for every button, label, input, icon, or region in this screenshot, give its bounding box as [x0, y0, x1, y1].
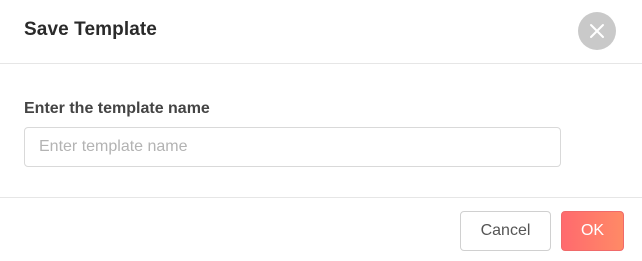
- dialog-body: Enter the template name: [0, 64, 642, 197]
- ok-button[interactable]: OK: [561, 211, 624, 251]
- dialog-title: Save Template: [24, 19, 157, 40]
- close-button[interactable]: [578, 12, 616, 50]
- dialog-header: Save Template: [0, 0, 642, 64]
- save-template-dialog: Save Template Enter the template name Ca…: [0, 0, 642, 261]
- close-icon: [590, 24, 604, 38]
- dialog-footer: Cancel OK: [0, 197, 642, 261]
- template-name-label: Enter the template name: [24, 100, 210, 117]
- cancel-button[interactable]: Cancel: [460, 211, 551, 251]
- template-name-input[interactable]: [24, 127, 561, 167]
